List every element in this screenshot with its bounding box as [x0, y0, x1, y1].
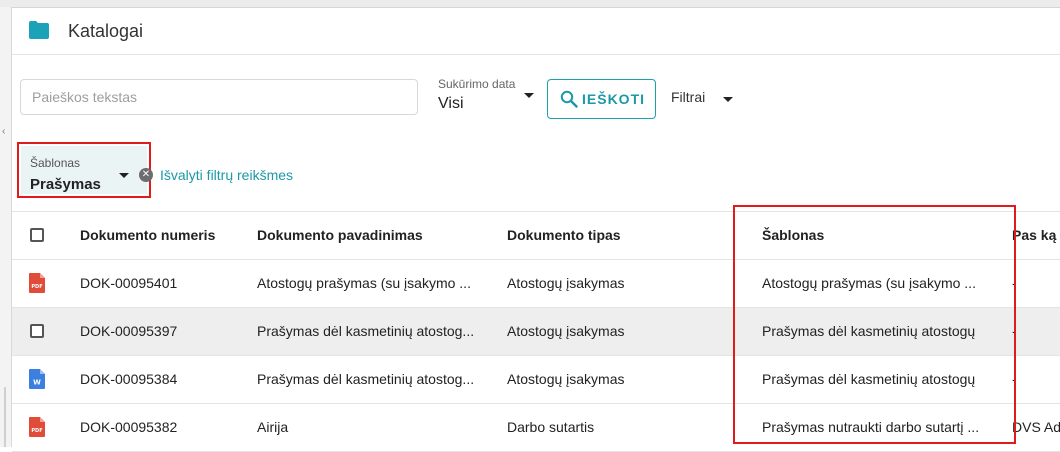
column-header-template[interactable]: Šablonas	[762, 212, 984, 259]
template-filter-label: Šablonas	[30, 156, 81, 170]
document-template: Prašymas dėl kasmetinių atostogų	[762, 323, 976, 339]
document-number[interactable]: DOK-00095384	[80, 356, 240, 403]
table-row[interactable]: W DOK-00095384 Prašymas dėl kasmetinių a…	[12, 356, 1060, 404]
document-type: Atostogų įsakymas	[507, 275, 625, 291]
filters-chevron-down-icon[interactable]	[723, 97, 733, 102]
creation-date-select[interactable]: Sukūrimo data Visi	[438, 75, 534, 115]
template-filter-field[interactable]: Šablonas Prašymas	[21, 146, 147, 194]
search-button-label: IEŠKOTI	[582, 91, 646, 107]
column-header-holder[interactable]: Pas ką d	[1012, 212, 1060, 259]
chevron-down-icon[interactable]	[119, 173, 129, 178]
table-header-row: Dokumento numeris Dokumento pavadinimas …	[12, 212, 1060, 260]
document-holder: -	[1012, 371, 1017, 387]
document-number[interactable]: DOK-00095382	[80, 404, 240, 451]
document-name[interactable]: Prašymas dėl kasmetinių atostog...	[257, 356, 479, 403]
filters-dropdown[interactable]: Filtrai	[671, 89, 705, 105]
search-icon	[560, 90, 578, 108]
documents-table: Dokumento numeris Dokumento pavadinimas …	[12, 211, 1060, 452]
left-collapsed-sidebar[interactable]: ‹	[0, 7, 12, 447]
column-header-type[interactable]: Dokumento tipas	[507, 212, 717, 259]
column-header-number[interactable]: Dokumento numeris	[80, 212, 240, 259]
document-name[interactable]: Airija	[257, 404, 479, 451]
document-template: Prašymas dėl kasmetinių atostogų	[762, 371, 976, 387]
document-type: Darbo sutartis	[507, 419, 595, 435]
template-filter-chip[interactable]: Šablonas Prašymas ✕	[17, 142, 153, 198]
table-row[interactable]: PDF DOK-00095401 Atostogų prašymas (su į…	[12, 260, 1060, 308]
folder-icon	[29, 21, 49, 39]
document-number[interactable]: DOK-00095401	[80, 260, 240, 307]
filters-label: Filtrai	[671, 89, 706, 105]
svg-text:PDF: PDF	[31, 284, 42, 290]
document-type: Atostogų įsakymas	[507, 371, 625, 387]
pdf-file-icon: PDF	[29, 417, 45, 437]
svg-text:PDF: PDF	[31, 428, 42, 434]
document-type: Atostogų įsakymas	[507, 323, 625, 339]
page-title: Katalogai	[68, 21, 144, 41]
search-input[interactable]	[21, 80, 402, 114]
window-top-bar	[0, 0, 1060, 8]
document-number[interactable]: DOK-00095397	[80, 308, 240, 355]
document-holder: -	[1012, 323, 1017, 339]
document-name[interactable]: Atostogų prašymas (su įsakymo ...	[257, 260, 479, 307]
search-box[interactable]	[20, 79, 418, 115]
document-holder: DVS Ad	[1012, 419, 1060, 435]
sidebar-scrollbar[interactable]	[4, 387, 6, 447]
document-template: Prašymas nutraukti darbo sutartį ...	[762, 419, 980, 435]
svg-text:W: W	[33, 379, 41, 387]
document-name[interactable]: Prašymas dėl kasmetinių atostog...	[257, 308, 479, 355]
page-header: Katalogai	[12, 8, 1060, 55]
creation-date-value[interactable]: Visi	[438, 95, 464, 113]
word-file-icon: W	[29, 369, 45, 389]
clear-filter-icon[interactable]: ✕	[139, 168, 153, 182]
clear-filters-link[interactable]: Išvalyti filtrų reikšmes	[160, 167, 293, 183]
row-checkbox[interactable]	[30, 324, 44, 338]
creation-date-label: Sukūrimo data	[438, 77, 516, 91]
document-template: Atostogų prašymas (su įsakymo ...	[762, 275, 976, 291]
chevron-down-icon[interactable]	[524, 93, 534, 98]
select-all-checkbox[interactable]	[30, 228, 44, 242]
column-header-name[interactable]: Dokumento pavadinimas	[257, 212, 479, 259]
template-filter-value[interactable]: Prašymas	[30, 176, 101, 193]
table-row[interactable]: DOK-00095397 Prašymas dėl kasmetinių ato…	[12, 308, 1060, 356]
pdf-file-icon: PDF	[29, 273, 45, 293]
table-row[interactable]: PDF DOK-00095382 Airija Darbo sutartis P…	[12, 404, 1060, 452]
chevron-left-icon[interactable]: ‹	[2, 127, 8, 137]
document-holder: -	[1012, 275, 1017, 291]
search-button[interactable]: IEŠKOTI	[547, 79, 656, 119]
